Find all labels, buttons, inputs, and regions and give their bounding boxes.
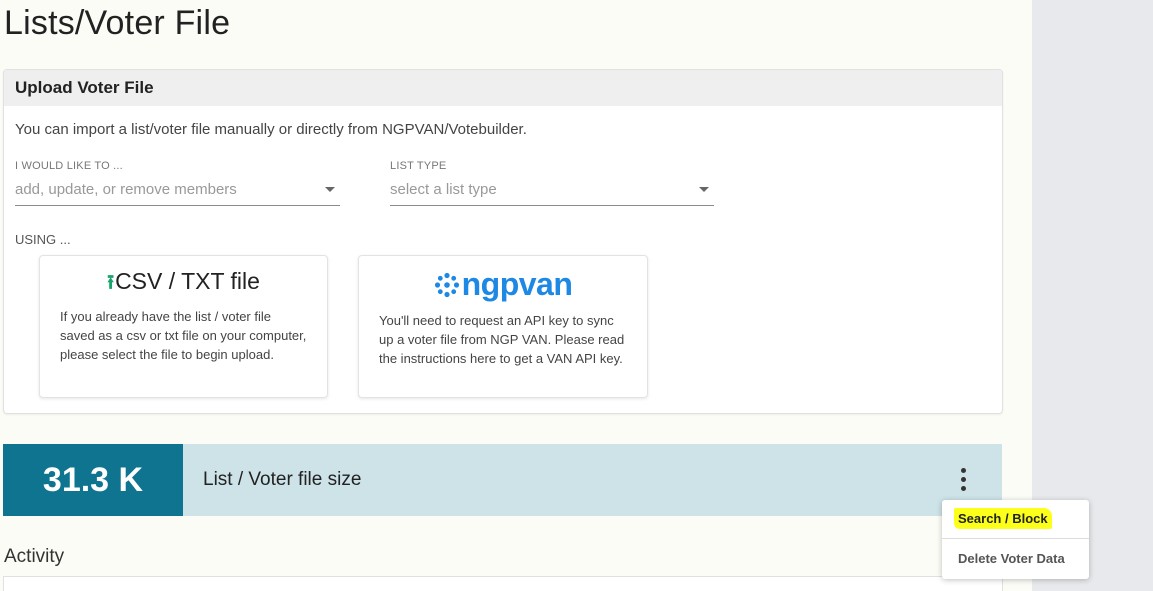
csv-option-title-row: ⭱CSV / TXT file — [40, 268, 327, 302]
main-content: Lists/Voter File Upload Voter File You c… — [0, 0, 1032, 591]
menu-item-delete-voter-data-label: Delete Voter Data — [958, 551, 1065, 566]
activity-title: Activity — [4, 546, 65, 567]
action-select[interactable]: add, update, or remove members — [15, 178, 340, 206]
caret-down-icon — [325, 187, 335, 192]
voter-file-size-bar: 31.3 K List / Voter file size — [3, 444, 1002, 516]
csv-upload-option[interactable]: ⭱CSV / TXT file If you already have the … — [39, 255, 328, 398]
ngpvan-option[interactable]: ngpvan You'll need to request an API key… — [358, 255, 648, 398]
list-type-select[interactable]: select a list type — [390, 178, 714, 206]
action-field: I WOULD LIKE TO ... add, update, or remo… — [15, 160, 340, 206]
caret-down-icon — [699, 187, 709, 192]
action-select-placeholder: add, update, or remove members — [15, 181, 237, 198]
voter-file-size-value: 31.3 K — [3, 444, 183, 516]
using-label: USING ... — [15, 232, 71, 247]
upload-icon: ⭱ — [107, 272, 115, 294]
upload-voter-file-card: Upload Voter File You can import a list/… — [3, 69, 1003, 414]
ngpvan-logo: ngpvan — [359, 266, 647, 303]
csv-option-description: If you already have the list / voter fil… — [60, 309, 307, 362]
menu-item-delete-voter-data[interactable]: Delete Voter Data — [942, 540, 1089, 578]
voter-file-size-label: List / Voter file size — [203, 469, 362, 490]
intro-text: You can import a list/voter file manuall… — [15, 121, 527, 138]
csv-option-title: CSV / TXT file — [115, 268, 260, 294]
list-type-field: LIST TYPE select a list type — [390, 160, 714, 206]
more-options-icon[interactable] — [953, 468, 973, 494]
menu-item-search-block[interactable]: Search / Block — [942, 500, 1089, 538]
action-field-label: I WOULD LIKE TO ... — [15, 160, 123, 172]
ngpvan-logo-text: ngpvan — [461, 266, 573, 302]
list-type-field-label: LIST TYPE — [390, 160, 447, 172]
options-menu: Search / Block Delete Voter Data — [942, 500, 1089, 579]
menu-divider — [942, 538, 1089, 539]
menu-item-search-block-label: Search / Block — [954, 508, 1052, 529]
ngpvan-option-description: You'll need to request an API key to syn… — [379, 313, 625, 366]
activity-panel — [3, 576, 1003, 591]
page-title: Lists/Voter File — [4, 4, 231, 42]
list-type-select-placeholder: select a list type — [390, 181, 497, 198]
ngpvan-dots-icon — [434, 272, 459, 297]
card-header: Upload Voter File — [4, 70, 1002, 106]
